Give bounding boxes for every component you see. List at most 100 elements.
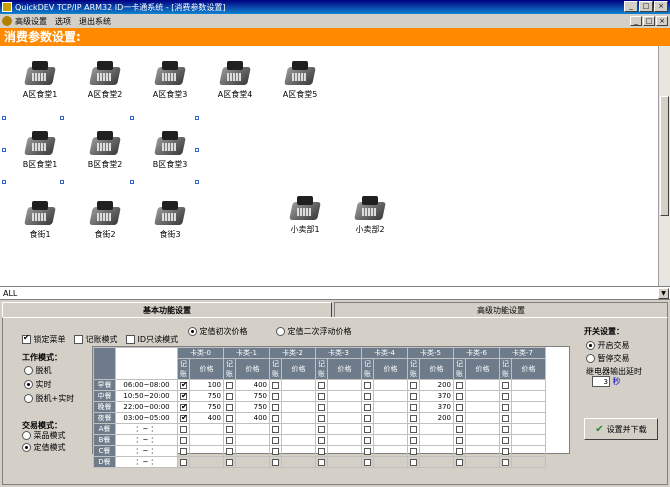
record-checkbox[interactable] (272, 381, 279, 389)
id-read-checkbox[interactable] (126, 335, 135, 344)
meal-time[interactable]: 10:50~20:00 (115, 390, 178, 402)
price-cell[interactable] (373, 390, 408, 402)
price-cell[interactable]: 100 (189, 379, 224, 391)
mdi-minimize-button[interactable]: _ (630, 16, 642, 26)
record-cell[interactable] (453, 379, 466, 391)
record-cell[interactable] (269, 390, 282, 402)
switch-pause-radio[interactable] (586, 354, 595, 363)
price-cell[interactable] (327, 423, 362, 435)
meal-time[interactable]: 06:00~08:00 (115, 379, 178, 391)
record-cell[interactable] (177, 434, 190, 446)
record-cell[interactable] (269, 401, 282, 413)
price-cell[interactable]: 370 (419, 401, 454, 413)
lock-menu-checkbox[interactable] (22, 333, 31, 344)
record-checkbox[interactable] (410, 392, 417, 400)
record-checkbox[interactable] (180, 380, 188, 389)
record-checkbox[interactable] (410, 403, 417, 411)
record-cell[interactable] (453, 390, 466, 402)
record-cell[interactable] (177, 401, 190, 413)
record-checkbox[interactable] (226, 414, 233, 422)
terminal-11[interactable]: 食街3 (140, 201, 200, 240)
record-cell[interactable] (453, 445, 466, 457)
record-checkbox[interactable] (364, 414, 371, 422)
price-cell[interactable] (189, 434, 224, 446)
price-cell[interactable] (281, 456, 316, 468)
price-cell[interactable] (235, 456, 270, 468)
record-checkbox[interactable] (318, 447, 325, 455)
price-cell[interactable] (327, 412, 362, 424)
record-cell[interactable] (407, 401, 420, 413)
price-first-radio[interactable] (188, 327, 197, 336)
record-checkbox[interactable] (410, 414, 417, 422)
record-checkbox[interactable] (226, 381, 233, 389)
record-cell[interactable] (315, 445, 328, 457)
price-cell[interactable] (327, 379, 362, 391)
record-checkbox[interactable] (272, 403, 279, 411)
record-checkbox[interactable] (226, 436, 233, 444)
record-cell[interactable] (499, 423, 512, 435)
selection-handle[interactable] (130, 180, 134, 184)
terminal-13[interactable]: 小卖部2 (340, 196, 400, 235)
record-checkbox[interactable] (226, 425, 233, 433)
work-mode-both[interactable]: 脱机+实时 (24, 393, 74, 404)
record-checkbox[interactable] (502, 392, 509, 400)
record-checkbox[interactable] (410, 447, 417, 455)
record-checkbox[interactable] (502, 436, 509, 444)
record-checkbox[interactable] (318, 458, 325, 466)
price-cell[interactable] (419, 445, 454, 457)
price-cell[interactable] (465, 412, 500, 424)
record-cell[interactable] (269, 412, 282, 424)
price-cell[interactable] (281, 423, 316, 435)
price-cell[interactable] (373, 423, 408, 435)
price-cell[interactable]: 750 (235, 401, 270, 413)
set-download-button[interactable]: ✔ 设置并下载 (584, 418, 658, 440)
record-cell[interactable] (177, 390, 190, 402)
selection-handle[interactable] (60, 180, 64, 184)
record-cell[interactable] (453, 401, 466, 413)
price-cell[interactable]: 370 (419, 390, 454, 402)
record-cell[interactable] (361, 445, 374, 457)
record-cell[interactable] (315, 456, 328, 468)
terminal-8[interactable]: B区食堂3 (140, 131, 200, 170)
record-checkbox[interactable] (318, 392, 325, 400)
lock-menu-option[interactable]: 锁定菜单 (22, 333, 66, 345)
record-checkbox[interactable] (318, 436, 325, 444)
tab-advanced[interactable]: 高级功能设置 (334, 302, 668, 318)
menu-advanced[interactable]: 高级设置 (15, 16, 47, 27)
record-checkbox[interactable] (318, 414, 325, 422)
record-checkbox[interactable] (502, 458, 509, 466)
record-checkbox[interactable] (180, 447, 187, 455)
price-cell[interactable] (465, 401, 500, 413)
record-cell[interactable] (315, 390, 328, 402)
relay-delay-input[interactable]: 3 (592, 376, 610, 387)
record-cell[interactable] (453, 434, 466, 446)
price-cell[interactable] (281, 401, 316, 413)
selection-handle[interactable] (195, 148, 199, 152)
record-checkbox[interactable] (410, 425, 417, 433)
record-cell[interactable] (269, 445, 282, 457)
record-cell[interactable] (269, 379, 282, 391)
record-cell[interactable] (453, 423, 466, 435)
record-checkbox[interactable] (318, 425, 325, 433)
record-checkbox[interactable] (318, 403, 325, 411)
meal-time[interactable]: ：~ ： (115, 434, 178, 446)
record-checkbox[interactable] (364, 436, 371, 444)
switch-open[interactable]: 开启交易 (586, 340, 630, 351)
price-cell[interactable] (511, 379, 546, 391)
price-cell[interactable] (327, 434, 362, 446)
record-cell[interactable] (269, 456, 282, 468)
price-cell[interactable] (511, 401, 546, 413)
record-checkbox[interactable] (180, 413, 188, 422)
terminal-4[interactable]: A区食堂4 (205, 61, 265, 100)
selection-handle[interactable] (130, 116, 134, 120)
record-cell[interactable] (361, 390, 374, 402)
work-mode-realtime-radio[interactable] (24, 380, 33, 389)
price-cell[interactable] (511, 390, 546, 402)
record-cell[interactable] (453, 456, 466, 468)
meal-time[interactable]: ：~ ： (115, 445, 178, 457)
price-cell[interactable]: 750 (189, 401, 224, 413)
record-checkbox[interactable] (456, 436, 463, 444)
trade-mode-fixed-radio[interactable] (22, 443, 31, 452)
price-cell[interactable] (511, 445, 546, 457)
record-cell[interactable] (223, 423, 236, 435)
